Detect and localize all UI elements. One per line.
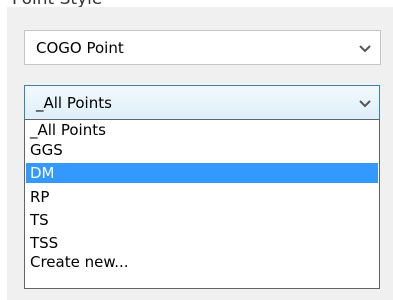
list-item-ts[interactable]: TS	[26, 210, 378, 230]
list-item-ggs[interactable]: GGS	[26, 140, 378, 160]
chevron-down-icon[interactable]	[359, 39, 371, 57]
list-item-dm[interactable]: DM	[26, 163, 378, 183]
chevron-down-icon[interactable]	[359, 94, 371, 112]
settings-panel: COGO Point _All Points _All Points GGS D…	[7, 7, 393, 300]
layer-dropdown-list: _All Points GGS DM RP TS TSS Create new.…	[24, 119, 380, 289]
layer-dropdown[interactable]: _All Points	[24, 85, 380, 120]
style-dropdown[interactable]: COGO Point	[24, 30, 381, 65]
list-item-create-new[interactable]: Create new...	[26, 252, 378, 272]
list-item-tss[interactable]: TSS	[26, 233, 378, 253]
list-item-rp[interactable]: RP	[26, 187, 378, 207]
layer-dropdown-value: _All Points	[36, 93, 112, 112]
list-item-all-points[interactable]: _All Points	[26, 120, 378, 140]
style-dropdown-value: COGO Point	[36, 38, 124, 57]
